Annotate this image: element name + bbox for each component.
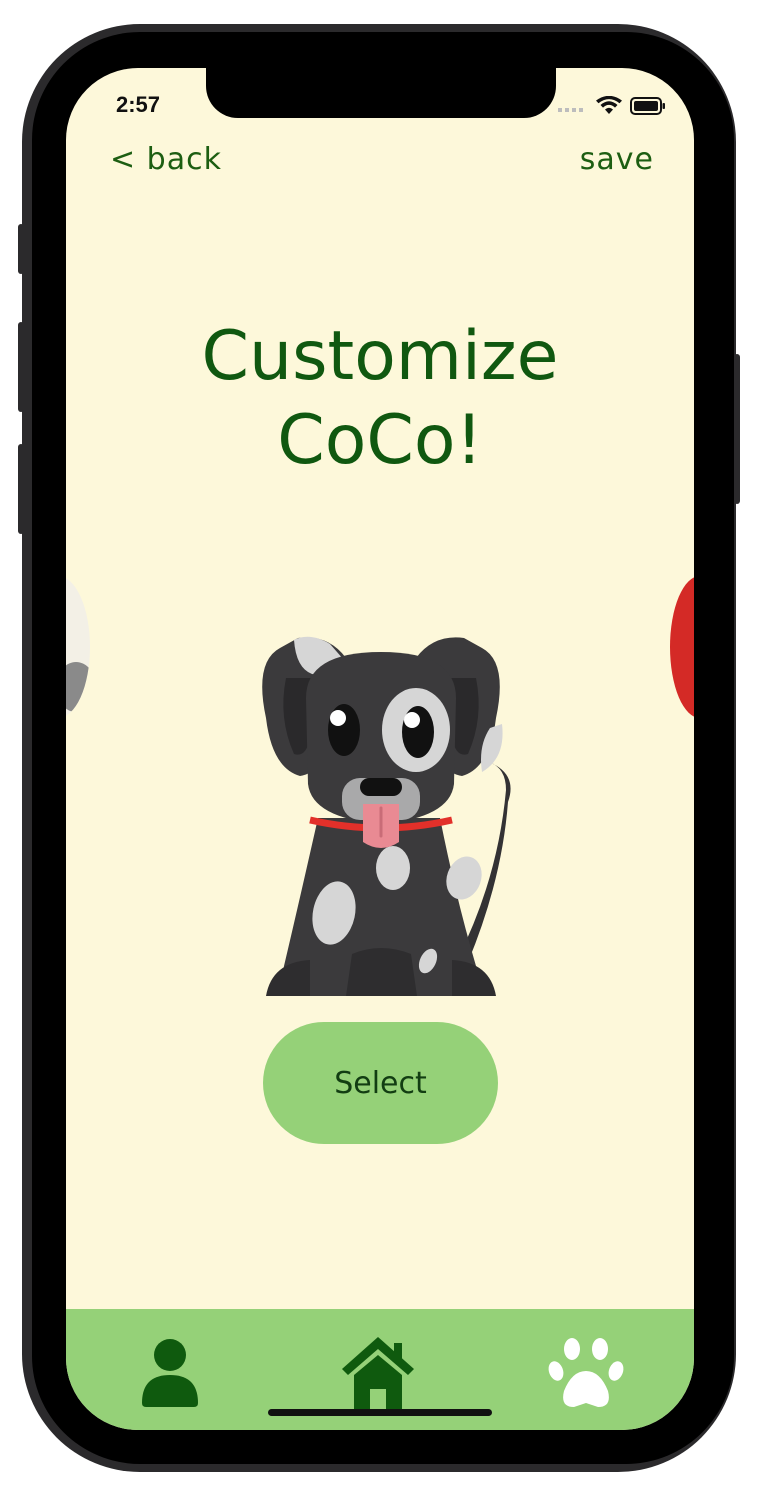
profile-icon[interactable] bbox=[130, 1333, 210, 1413]
home-indicator[interactable] bbox=[268, 1409, 492, 1416]
app-screen: 2:57 < back save Customize CoCo! Select bbox=[66, 68, 694, 1430]
volume-up-button bbox=[18, 322, 24, 412]
paw-icon[interactable] bbox=[546, 1333, 626, 1413]
dog-body-spot bbox=[376, 846, 410, 890]
dog-character[interactable]: C bbox=[206, 568, 556, 1004]
wifi-icon bbox=[596, 96, 622, 114]
signal-icon bbox=[558, 108, 583, 112]
dog-eye-right bbox=[402, 706, 434, 758]
dog-eye-right-shine bbox=[404, 712, 420, 728]
dog-leg-left bbox=[266, 960, 310, 996]
status-time: 2:57 bbox=[116, 92, 161, 117]
dog-eye-left bbox=[328, 704, 360, 756]
battery-icon bbox=[630, 97, 665, 115]
dog-leg-right bbox=[452, 960, 496, 996]
status-icons bbox=[558, 96, 666, 116]
back-button[interactable]: < back bbox=[110, 142, 222, 177]
dog-eye-left-shine bbox=[330, 710, 346, 726]
dog-nose bbox=[360, 778, 402, 796]
dog-belly bbox=[346, 948, 417, 996]
volume-down-button bbox=[18, 444, 24, 534]
silent-switch bbox=[18, 224, 24, 274]
carousel-item-next[interactable] bbox=[670, 576, 694, 718]
carousel-item-previous[interactable] bbox=[66, 576, 90, 718]
page-title-line1: Customize bbox=[201, 317, 559, 396]
power-button bbox=[734, 354, 740, 504]
dog-spot bbox=[66, 662, 90, 712]
page-title-line2: CoCo! bbox=[277, 401, 483, 480]
home-icon[interactable] bbox=[338, 1333, 418, 1413]
save-button[interactable]: save bbox=[580, 142, 654, 177]
notch bbox=[206, 68, 556, 118]
select-button[interactable]: Select bbox=[263, 1022, 498, 1144]
